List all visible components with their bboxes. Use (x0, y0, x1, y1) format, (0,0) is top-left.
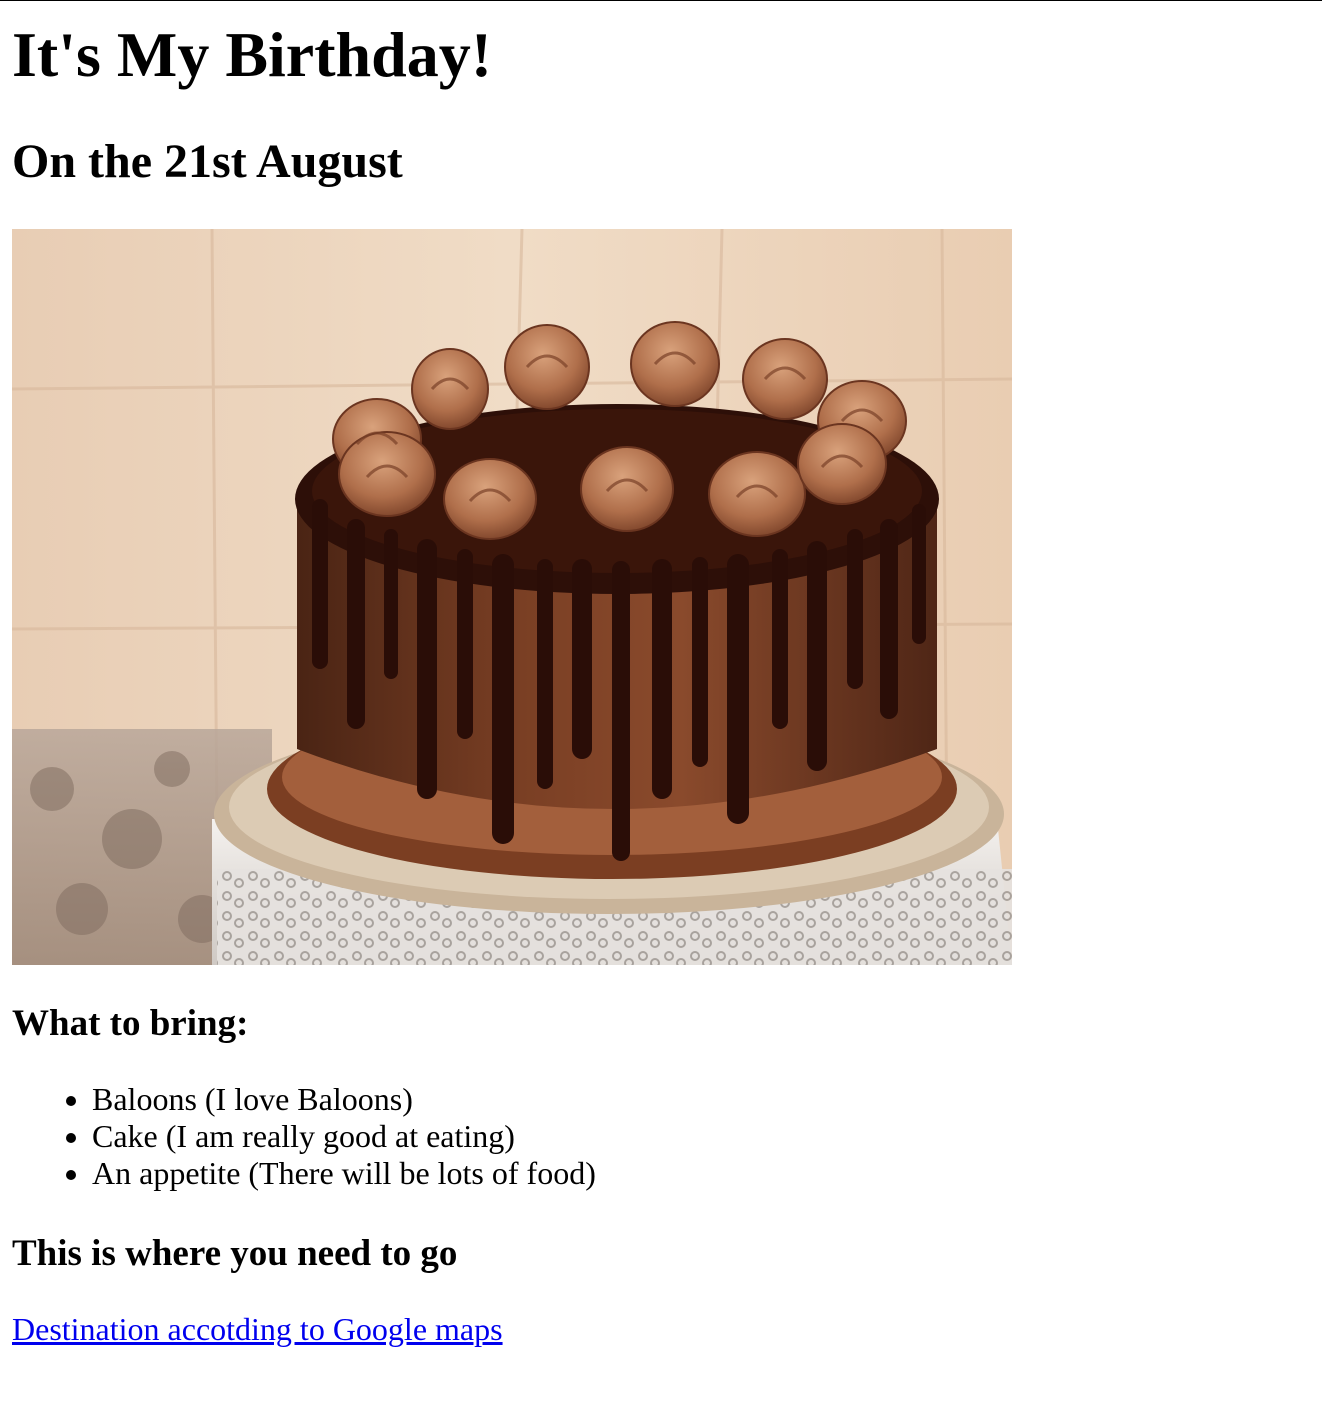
event-date-heading: On the 21st August (12, 135, 403, 188)
page-title: It's My Birthday! (12, 19, 492, 90)
google-maps-link[interactable]: Destination accotding to Google maps (12, 1311, 503, 1348)
directions-heading: This is where you need to go (12, 1233, 458, 1274)
bring-list: Baloons (I love Baloons) Cake (I am real… (12, 1081, 596, 1192)
cake-image (12, 229, 1012, 965)
what-to-bring-heading: What to bring: (12, 1003, 249, 1044)
list-item: An appetite (There will be lots of food) (92, 1155, 596, 1192)
list-item: Baloons (I love Baloons) (92, 1081, 596, 1118)
list-item: Cake (I am really good at eating) (92, 1118, 596, 1155)
